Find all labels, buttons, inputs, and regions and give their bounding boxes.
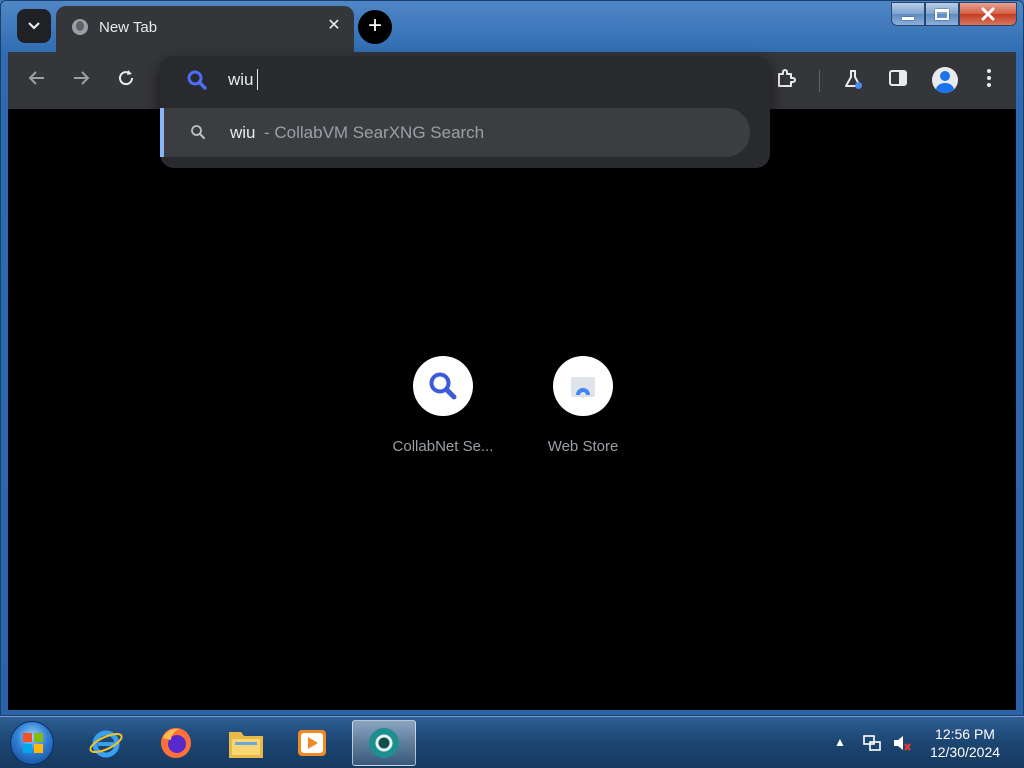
flag-green	[34, 733, 43, 742]
flag-yellow	[34, 744, 43, 753]
profile-icon	[940, 71, 950, 81]
arrow-right-icon	[74, 71, 90, 85]
volume-muted-icon[interactable]	[892, 733, 912, 753]
labs-button[interactable]	[840, 68, 866, 94]
chevron-down-icon	[28, 22, 40, 30]
taskbar-chromium[interactable]	[352, 720, 416, 766]
internet-explorer-icon	[89, 730, 123, 758]
tab-close-icon[interactable]: ✕	[324, 16, 344, 36]
text-caret	[257, 69, 258, 90]
windows-logo-icon	[23, 733, 43, 753]
shortcut-tile	[553, 356, 613, 416]
search-icon	[191, 125, 205, 139]
profile-button[interactable]	[932, 67, 958, 93]
web-store-icon	[571, 377, 595, 398]
shortcut-web-store[interactable]: Web Store	[523, 356, 643, 466]
search-icon	[187, 70, 207, 90]
menu-button[interactable]	[976, 68, 1002, 94]
tab-strip: New Tab ✕ +	[8, 0, 1016, 52]
taskbar-media-player[interactable]	[280, 720, 344, 766]
toolbar-separator	[819, 70, 820, 92]
show-hidden-icons-button[interactable]: ▲	[834, 735, 846, 749]
taskbar-file-explorer[interactable]	[214, 720, 278, 766]
new-tab-button[interactable]: +	[358, 10, 392, 44]
extensions-button[interactable]	[773, 68, 799, 94]
omnibox-popup: wiu - CollabVM SearXNG Search	[160, 56, 770, 168]
network-icon[interactable]	[862, 733, 882, 753]
suggestion-description: - CollabVM SearXNG Search	[264, 123, 485, 142]
omnibox-input[interactable]	[228, 66, 728, 94]
shortcut-label: CollabNet Se...	[392, 438, 494, 455]
menu-icon	[987, 69, 991, 87]
chromium-icon	[369, 728, 399, 758]
reload-button[interactable]	[114, 68, 138, 92]
flag-red	[23, 733, 32, 742]
clock-time: 12:56 PM	[935, 726, 995, 742]
shortcut-label: Web Store	[547, 438, 619, 455]
arrow-left-icon	[28, 71, 44, 85]
tab-new-tab[interactable]: New Tab ✕	[56, 6, 354, 52]
side-panel-button[interactable]	[885, 68, 911, 94]
suggestion-query: wiu	[230, 123, 256, 142]
search-icon	[429, 372, 457, 400]
start-button[interactable]	[10, 721, 54, 765]
back-button[interactable]	[25, 68, 49, 92]
taskbar-internet-explorer[interactable]	[74, 720, 138, 766]
side-panel-icon	[889, 70, 907, 86]
browser: New Tab ✕ + wiu wiu - CollabVM SearXNG S…	[8, 0, 1016, 710]
new-tab-page: CollabNet Se... Web Store	[8, 109, 1016, 710]
file-explorer-icon	[229, 732, 263, 758]
tab-title: New Tab	[99, 19, 158, 36]
media-player-icon	[298, 730, 326, 756]
clock-date: 12/30/2024	[929, 744, 1001, 760]
extensions-icon	[778, 69, 796, 87]
tab-search-button[interactable]	[17, 9, 51, 43]
taskbar: ▲ 12:56 PM 12/30/2024	[0, 716, 1024, 768]
reload-icon	[119, 70, 134, 86]
forward-button[interactable]	[69, 68, 93, 92]
taskbar-firefox[interactable]	[144, 720, 208, 766]
shortcut-collabnet-search[interactable]: CollabNet Se...	[383, 356, 503, 466]
omnibox-suggestion[interactable]: wiu - CollabVM SearXNG Search	[160, 108, 750, 157]
globe-icon	[72, 19, 88, 35]
labs-badge	[855, 82, 862, 89]
shortcut-tile	[413, 356, 473, 416]
system-clock[interactable]: 12:56 PM 12/30/2024	[922, 725, 1008, 761]
profile-icon-body	[936, 83, 954, 93]
flag-blue	[23, 744, 32, 753]
firefox-icon	[161, 728, 191, 758]
